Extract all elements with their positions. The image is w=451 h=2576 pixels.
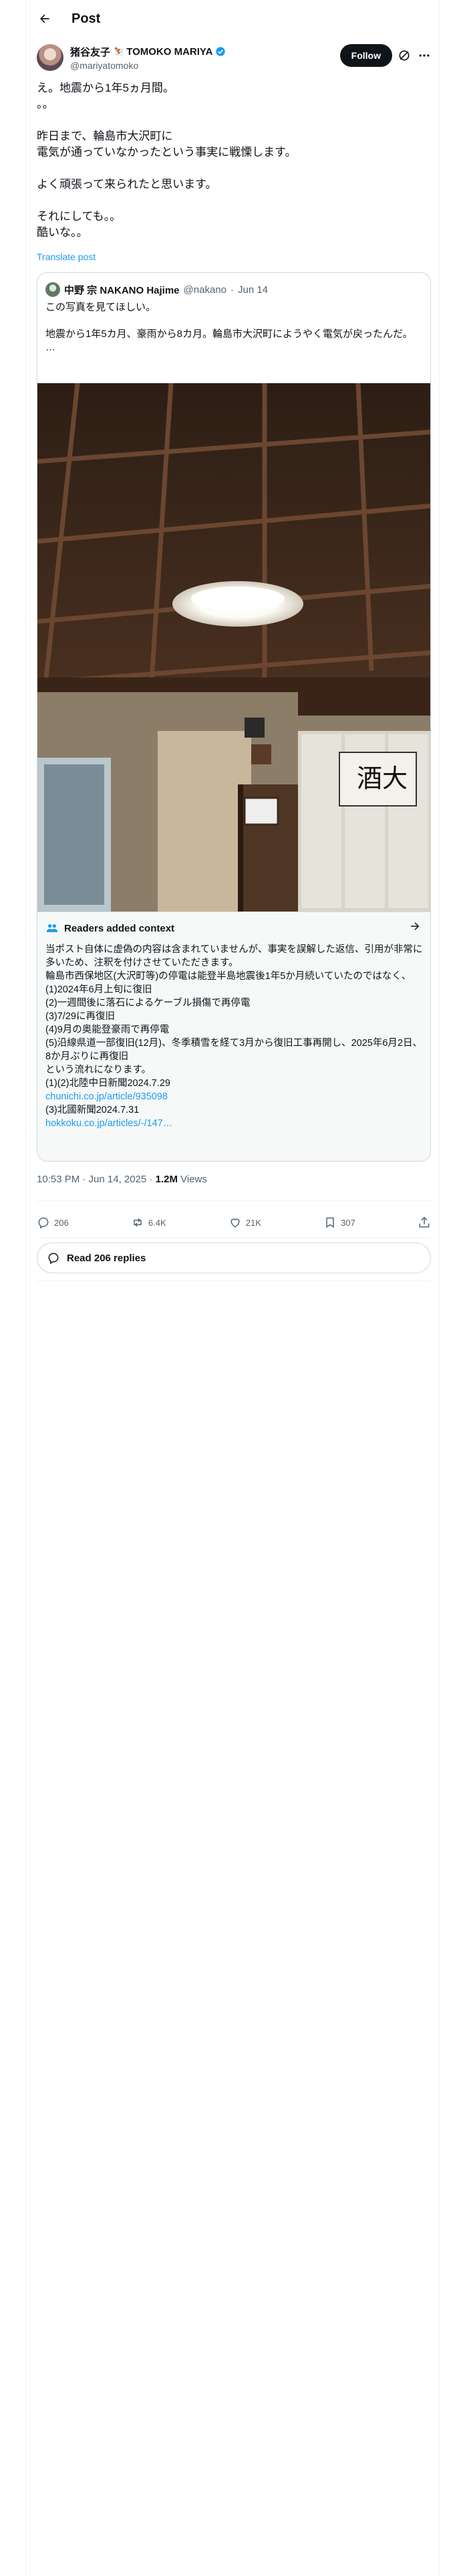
arrow-right-icon — [411, 922, 420, 930]
repost-icon — [134, 1218, 142, 1227]
note-line: (3)北國新聞2024.7.31 — [45, 1105, 140, 1115]
like-button[interactable]: 21K — [229, 1216, 261, 1229]
grok-button[interactable] — [398, 49, 411, 62]
readers-icon — [46, 924, 58, 932]
back-button[interactable] — [31, 5, 58, 32]
divider — [37, 1200, 431, 1201]
follow-button[interactable]: Follow — [339, 44, 392, 67]
quoted-separator: · — [230, 284, 234, 296]
quoted-text: この写真を見てほしい。 地震から1年5カ月、豪雨から8カ月。輪島市大沢町にようや… — [45, 302, 413, 353]
note-line: という流れになります。 — [45, 1065, 152, 1075]
author-name-row[interactable]: 猪谷友子 ⛷️ TOMOKO MARIYA — [70, 45, 226, 59]
views-count: 1.2M — [155, 1174, 178, 1185]
avatar[interactable] — [37, 44, 63, 71]
community-note-header: Readers added context — [45, 922, 174, 935]
top-bar: Post — [26, 0, 440, 37]
author-name-emoji: ⛷️ — [113, 46, 124, 56]
more-icon — [419, 54, 430, 57]
views-label: Views — [177, 1174, 207, 1185]
quoted-author: 中野 宗 NAKANO Hajime @nakano · Jun 14 — [45, 282, 268, 297]
author-name[interactable]: 猪谷友子 — [70, 45, 110, 59]
note-link-chunichi[interactable]: chunichi.co.jp/article/935098 — [45, 1090, 424, 1103]
verified-badge-icon — [216, 47, 226, 56]
note-line: 当ポスト自体に虚偽の内容は含まれていませんが、事実を誤解した返信、引用が非常に多… — [45, 944, 423, 968]
note-link-hokkoku[interactable]: hokkoku.co.jp/articles/-/147… — [45, 1117, 424, 1130]
reply-icon — [38, 1217, 49, 1229]
community-note-body: 当ポスト自体に虚偽の内容は含まれていませんが、事実を誤解した返信、引用が非常に多… — [45, 943, 424, 1130]
note-line: 輪島市西保地区(大沢町等)の停電は能登半島地震後1年5か月続いていたのではなく、 — [45, 971, 412, 982]
bookmark-icon — [326, 1217, 334, 1228]
author-name-latin[interactable]: TOMOKO MARIYA — [126, 46, 212, 58]
quoted-avatar — [45, 282, 60, 297]
ceiling-light-photo[interactable]: 酒大 — [37, 383, 430, 911]
bookmark-button[interactable]: 307 — [323, 1216, 355, 1229]
community-note-title: Readers added context — [64, 922, 175, 934]
quoted-date: Jun 14 — [237, 284, 269, 296]
grok-icon — [399, 50, 410, 61]
note-line: (1)2024年6月上旬に復旧 — [45, 984, 152, 995]
post-author: 猪谷友子 ⛷️ TOMOKO MARIYA @mariyatomoko Foll… — [37, 43, 431, 72]
translate-post-link[interactable]: Translate post — [37, 251, 96, 262]
back-arrow-icon — [40, 14, 49, 23]
bookmark-count: 307 — [341, 1217, 355, 1228]
like-count: 21K — [245, 1217, 261, 1228]
read-replies-button[interactable]: Read 206 replies — [37, 1243, 431, 1273]
read-replies-label: Read 206 replies — [67, 1252, 146, 1264]
note-line: (4)9月の奥能登豪雨で再停電 — [45, 1025, 170, 1035]
community-note[interactable]: Readers added context 当ポスト自体に虚偽の内容は含まれてい… — [37, 911, 430, 1161]
community-note-open[interactable] — [409, 920, 421, 932]
quoted-author-handle: @nakano — [183, 284, 227, 296]
quoted-post[interactable]: 中野 宗 NAKANO Hajime @nakano · Jun 14 この写真… — [37, 272, 431, 1162]
post-text: え。地震から1年5ヵ月間。 。。 昨日まで、輪島市大沢町に 電気が通っていなかっ… — [37, 82, 297, 239]
action-bar: 206 6.4K 21K 307 — [37, 1209, 431, 1236]
note-line: (2)一週間後に落石によるケーブル損傷で再停電 — [45, 998, 251, 1008]
share-icon — [419, 1216, 430, 1228]
repost-count: 6.4K — [148, 1217, 166, 1228]
main-column: Post 猪谷友子 ⛷️ TOMOKO MARIYA @mariyatomoko… — [25, 0, 440, 2576]
reply-button[interactable]: 206 — [37, 1216, 69, 1229]
author-handle[interactable]: @mariyatomoko — [70, 60, 226, 71]
page: Post 猪谷友子 ⛷️ TOMOKO MARIYA @mariyatomoko… — [0, 0, 451, 2576]
speech-bubble-icon — [48, 1253, 59, 1265]
quoted-author-name: 中野 宗 NAKANO Hajime — [64, 284, 180, 296]
more-button[interactable] — [418, 49, 431, 62]
post-timestamp[interactable]: 10:53 PM · Jun 14, 2025 · 1.2M Views — [37, 1174, 207, 1185]
reply-count: 206 — [54, 1217, 69, 1228]
note-line: (1)(2)北陸中日新聞2024.7.29 — [45, 1078, 170, 1089]
author-names: 猪谷友子 ⛷️ TOMOKO MARIYA @mariyatomoko — [70, 45, 226, 71]
divider — [37, 1237, 431, 1238]
note-line: (5)沿線県道一部復旧(12月)、冬季積雪を経て3月から復旧工事再開し、2025… — [45, 1038, 422, 1062]
svg-text:酒大: 酒大 — [357, 764, 408, 793]
like-icon — [231, 1218, 240, 1228]
note-line: (3)7/29に再復旧 — [45, 1011, 115, 1022]
post-time[interactable]: 10:53 PM · Jun 14, 2025 · — [37, 1174, 156, 1185]
share-button[interactable] — [418, 1216, 431, 1229]
page-title: Post — [71, 11, 101, 26]
repost-button[interactable]: 6.4K — [131, 1216, 166, 1229]
